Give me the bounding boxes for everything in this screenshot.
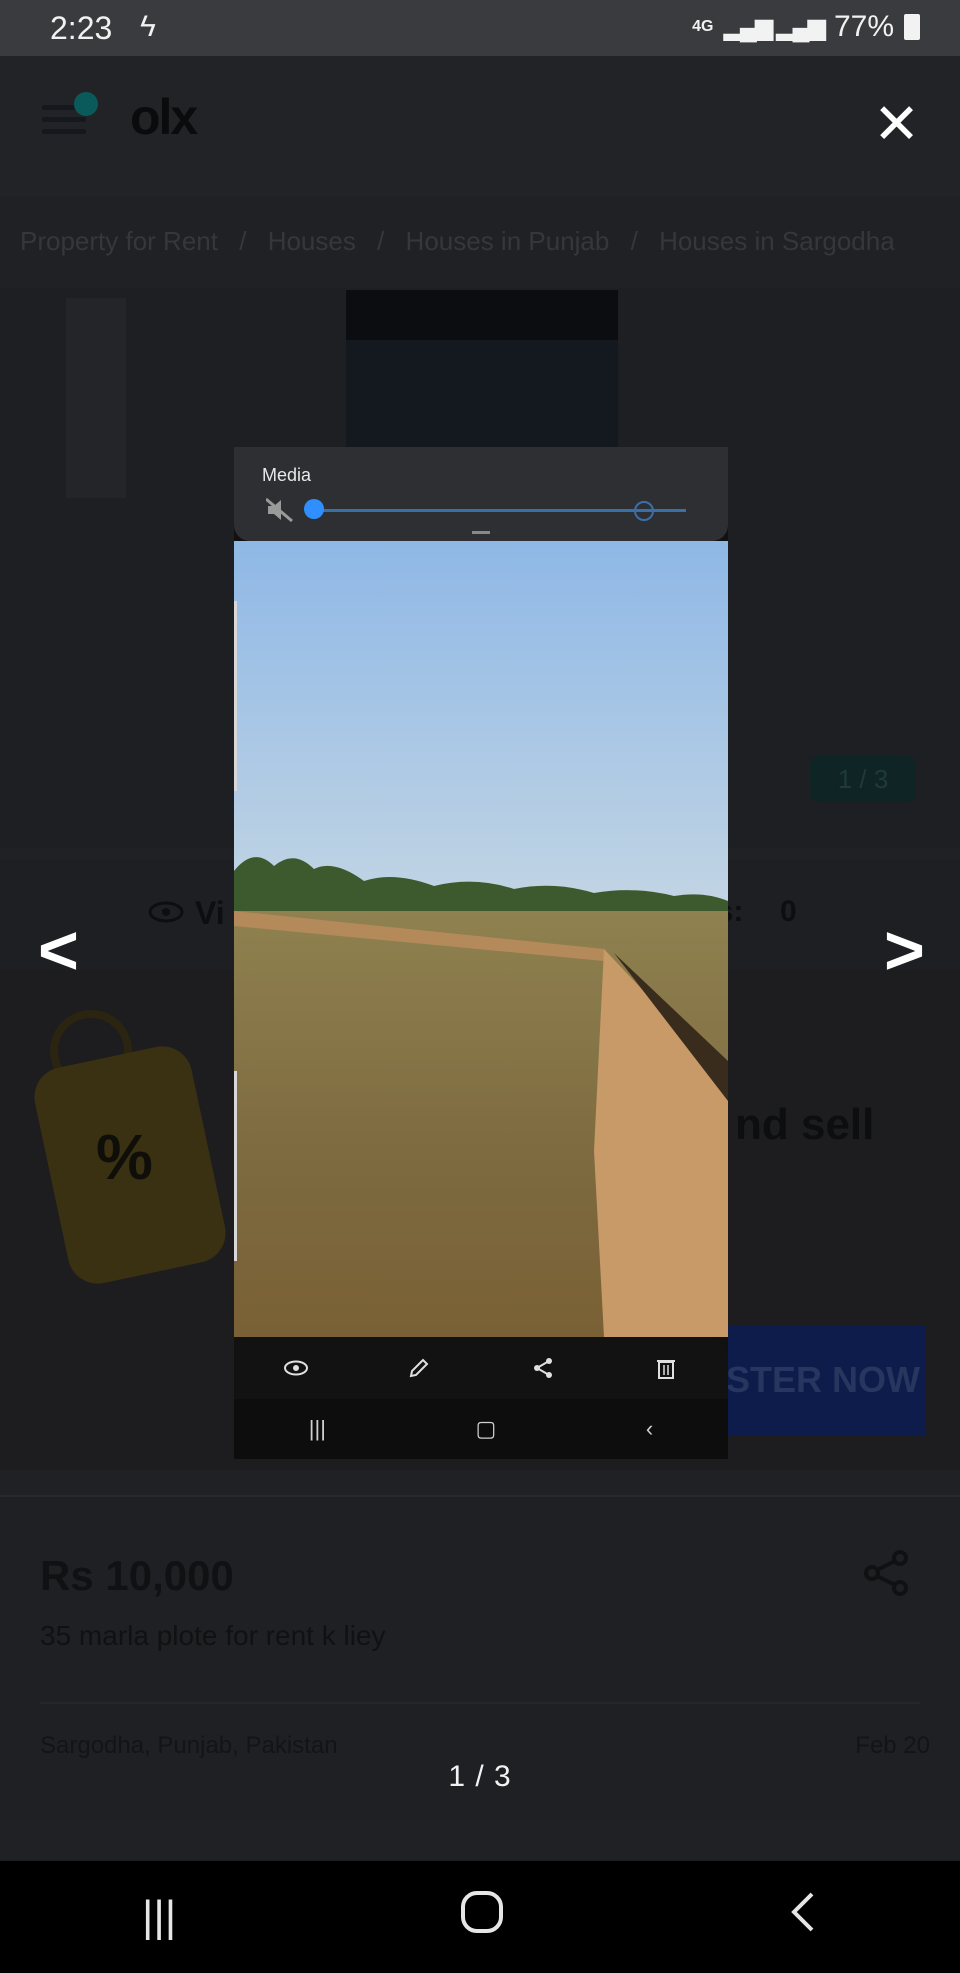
edge-marker — [234, 601, 237, 791]
pencil-icon[interactable] — [399, 1348, 439, 1388]
breadcrumb-item: Property for Rent — [20, 226, 218, 256]
volume-slider-knob — [304, 499, 324, 519]
eye-icon — [148, 901, 184, 923]
listing-location: Sargodha, Punjab, Pakistan — [40, 1732, 338, 1759]
divider — [40, 1702, 920, 1704]
share-icon[interactable] — [862, 1548, 912, 1598]
home-icon: ▢ — [475, 1416, 497, 1441]
notification-dot — [74, 92, 98, 116]
network-type: 4G — [692, 18, 714, 35]
system-nav-bar: ||| — [0, 1861, 960, 1973]
breadcrumb-item: Houses in Sargodha — [659, 226, 895, 256]
listing-date: Feb 20 — [855, 1732, 930, 1759]
gallery-thumbnail — [66, 298, 126, 498]
promo-text: nd sell — [735, 1100, 875, 1149]
status-time: 2:23 — [50, 10, 113, 46]
percent-symbol: % — [96, 1121, 153, 1193]
back-icon[interactable] — [788, 1890, 818, 1945]
signal-icon: ▂▄▆ ▂▄▆ — [723, 13, 826, 41]
register-now-button[interactable]: STER NOW — [720, 1325, 926, 1435]
gallery-photo-header — [346, 290, 618, 340]
breadcrumb: Property for Rent / Houses / Houses in P… — [20, 226, 909, 257]
share-icon[interactable] — [523, 1348, 563, 1388]
trash-icon[interactable] — [646, 1348, 686, 1388]
back-icon: ‹ — [645, 1416, 654, 1441]
image-pager: 1 / 3 — [448, 1760, 512, 1793]
volume-slider-track — [314, 509, 686, 512]
field-photo — [234, 541, 728, 1337]
status-right: 4G ▂▄▆ ▂▄▆ 77% — [692, 10, 920, 44]
brand-logo: olx — [130, 89, 198, 145]
recent-apps-icon: ||| — [308, 1416, 326, 1441]
panel-grip — [472, 531, 490, 534]
breadcrumb-separator: / — [239, 226, 247, 256]
listing-price: Rs 10,000 — [40, 1552, 234, 1599]
breadcrumb-item: Houses — [267, 226, 356, 256]
views-label: Vi — [195, 895, 225, 931]
brick-wall — [234, 911, 728, 1337]
home-icon[interactable] — [460, 1890, 504, 1945]
mute-icon — [266, 497, 293, 523]
eye-icon[interactable] — [276, 1348, 316, 1388]
media-label: Media — [262, 465, 312, 485]
gallery-toolbar — [234, 1337, 728, 1399]
chevron-left-icon[interactable]: < — [38, 915, 79, 985]
battery-icon — [904, 14, 920, 40]
edge-marker — [234, 1071, 237, 1261]
viewer-image[interactable]: Media ||| ▢ ‹ — [234, 447, 728, 1459]
media-volume-panel — [234, 447, 728, 541]
favorites-count: 0 — [780, 895, 797, 928]
breadcrumb-item: Houses in Punjab — [405, 226, 610, 256]
recent-apps-icon[interactable]: ||| — [142, 1892, 176, 1942]
close-icon[interactable]: ✕ — [873, 96, 920, 152]
listing-title: 35 marla plote for rent k liey — [40, 1620, 386, 1651]
embedded-nav-bar: ||| ▢ ‹ — [234, 1399, 728, 1459]
breadcrumb-separator: / — [377, 226, 385, 256]
breadcrumb-separator: / — [630, 226, 638, 256]
image-counter-badge: 1 / 3 — [810, 756, 916, 802]
battery-level: 77% — [833, 10, 894, 43]
bolt-icon: ϟ — [140, 10, 156, 43]
chevron-right-icon[interactable]: > — [884, 915, 925, 985]
volume-slider-marker — [634, 501, 654, 521]
